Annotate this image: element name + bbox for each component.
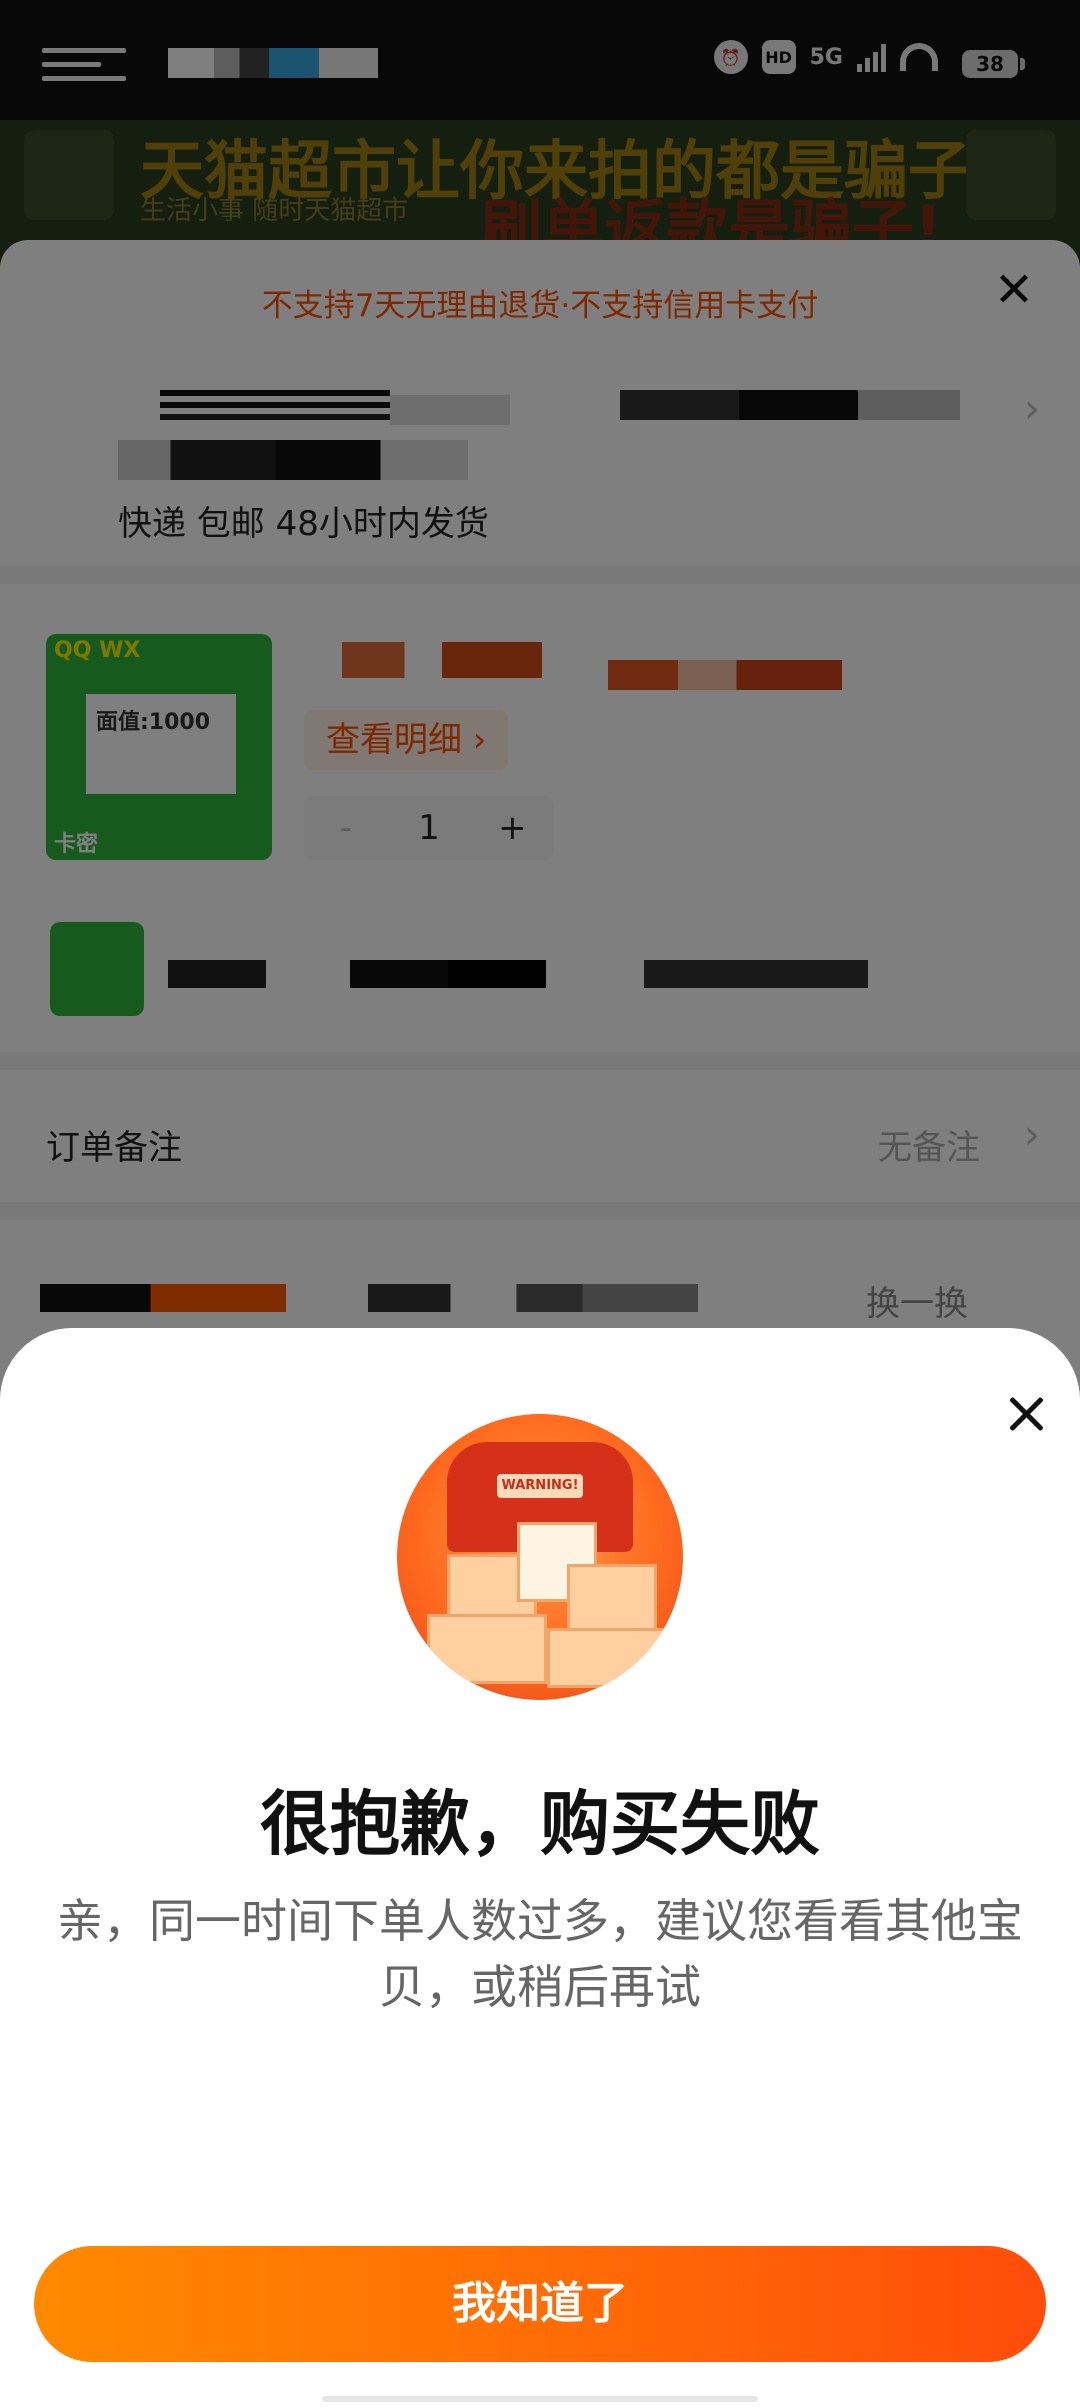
dialog-title: 很抱歉，购买失败	[260, 1783, 820, 1865]
home-indicator[interactable]	[322, 2396, 758, 2402]
warning-tag: WARNING!	[497, 1474, 583, 1498]
acknowledge-button[interactable]: 我知道了	[34, 2246, 1046, 2362]
purchase-failed-dialog: WARNING! 很抱歉，购买失败 亲，同一时间下单人数过多，建议您看看其他宝贝…	[0, 1328, 1080, 2408]
close-icon[interactable]	[1002, 1390, 1050, 1438]
dialog-message: 亲，同一时间下单人数过多，建议您看看其他宝贝，或稍后再试	[57, 1894, 1023, 2014]
delivery-van-illustration: WARNING!	[397, 1414, 683, 1700]
